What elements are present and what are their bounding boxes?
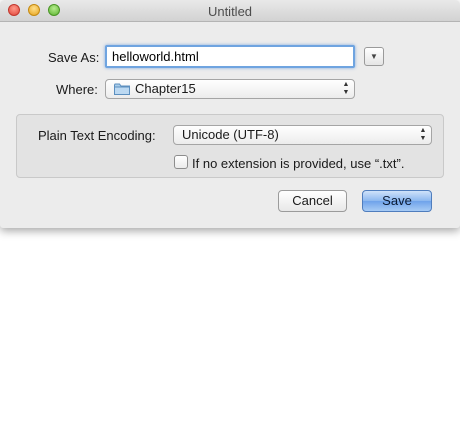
cancel-button[interactable]: Cancel: [278, 190, 347, 212]
extension-checkbox-label[interactable]: If no extension is provided, use “.txt”.: [192, 156, 404, 171]
extension-checkbox[interactable]: [174, 155, 188, 169]
save-button[interactable]: Save: [362, 190, 432, 212]
up-down-arrows-icon: ▲ ▼: [342, 81, 350, 96]
save-dialog: Untitled Save As: helloworld.html ▼ Wher…: [0, 0, 460, 228]
up-down-arrows-icon: ▲ ▼: [419, 127, 427, 142]
title-bar[interactable]: Untitled: [0, 0, 460, 22]
filename-input[interactable]: helloworld.html: [105, 45, 355, 68]
encoding-popup[interactable]: Unicode (UTF-8) ▲ ▼: [173, 125, 432, 145]
location-value: Chapter15: [135, 81, 196, 96]
window-title: Untitled: [207, 4, 253, 19]
save-as-label: Save As:: [48, 50, 100, 65]
location-popup[interactable]: Chapter15 ▲ ▼: [105, 79, 355, 99]
encoding-value: Unicode (UTF-8): [182, 127, 279, 142]
chevron-down-icon: ▼: [370, 52, 378, 61]
expand-dialog-button[interactable]: ▼: [364, 47, 384, 66]
where-label: Where:: [56, 82, 98, 97]
encoding-label: Plain Text Encoding:: [38, 128, 156, 143]
folder-icon: [114, 83, 130, 95]
